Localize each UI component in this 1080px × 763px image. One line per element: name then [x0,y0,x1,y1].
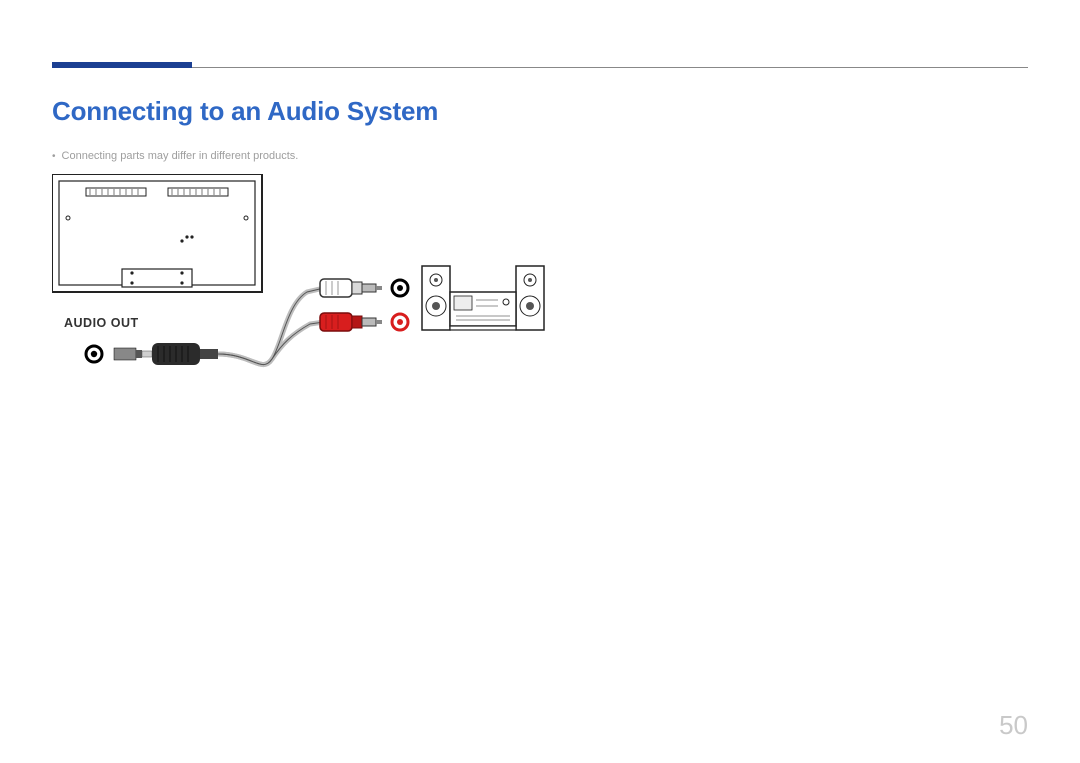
aux-plug-icon [114,343,218,365]
section-title: Connecting to an Audio System [52,96,438,127]
header-rule [52,67,1028,68]
rca-red-plug-icon [320,313,408,331]
stereo-system-icon [422,266,544,330]
display-device-icon [52,174,262,292]
header-accent-bar [52,62,192,68]
rca-white-plug-icon [320,279,408,297]
page-number: 50 [999,710,1028,741]
note-row: • Connecting parts may differ in differe… [52,150,298,162]
note-text: Connecting parts may differ in different… [62,150,299,162]
bullet-icon: • [52,151,56,162]
connection-diagram [52,174,612,434]
audio-out-jack-icon [86,346,102,362]
audio-cable-icon [218,288,324,365]
